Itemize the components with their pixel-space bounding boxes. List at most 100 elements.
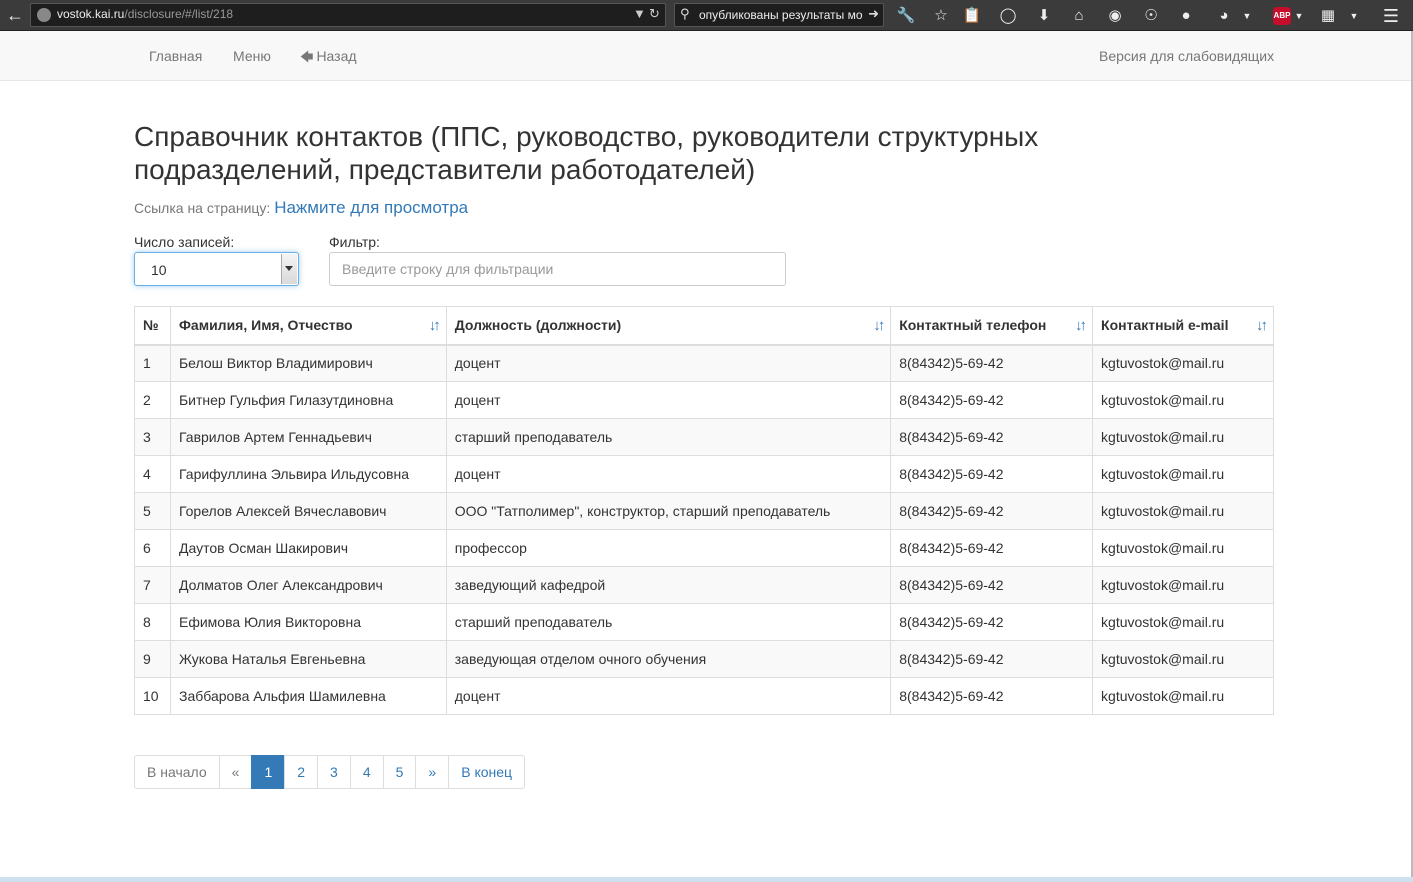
dropdown-history-icon[interactable]: ▼ bbox=[633, 6, 646, 21]
cell-num: 4 bbox=[134, 455, 171, 493]
address-bar[interactable]: vostok.kai.ru/disclosure/#/list/218 ▼ ↻ bbox=[30, 3, 666, 27]
globe-addon-icon[interactable]: ☉ bbox=[1140, 5, 1162, 27]
cell-phone: 8(84342)5-69-42 bbox=[890, 640, 1094, 678]
chat-icon[interactable]: ◉ bbox=[1104, 5, 1126, 27]
sort-icon[interactable]: ↓↑ bbox=[873, 317, 885, 334]
cell-email: kgtuvostok@mail.ru bbox=[1092, 529, 1274, 567]
column-header-name[interactable]: Фамилия, Имя, Отчество ↓↑ bbox=[169, 306, 447, 346]
search-go-icon[interactable]: ➜ bbox=[868, 6, 879, 22]
search-icon: ⚲ bbox=[680, 6, 690, 21]
column-header-position[interactable]: Должность (должности) ↓↑ bbox=[445, 306, 892, 346]
table-row: 9 Жукова Наталья Евгеньевна заведующая отд… bbox=[134, 640, 1274, 678]
cell-phone: 8(84342)5-69-42 bbox=[890, 566, 1094, 604]
addon-dark-icon[interactable]: ● bbox=[1175, 5, 1197, 27]
browser-toolbar: ← vostok.kai.ru/disclosure/#/list/218 ▼ … bbox=[0, 0, 1413, 31]
site-navbar: Главная Меню 🡄 Назад Версия для слабовидя… bbox=[0, 31, 1413, 81]
extension-dropdown-icon[interactable]: ▼ bbox=[1347, 5, 1361, 27]
pagination: В начало « 1 2 3 4 5 » В конец bbox=[134, 755, 526, 789]
address-path: /disclosure/#/list/218 bbox=[124, 7, 234, 21]
cell-name: Гаврилов Артем Геннадьевич bbox=[169, 418, 447, 456]
cell-email: kgtuvostok@mail.ru bbox=[1092, 677, 1274, 715]
search-query: опубликованы результаты мо bbox=[699, 8, 863, 22]
cell-name: Гарифуллина Эльвира Ильдусовна bbox=[169, 455, 447, 493]
cell-phone: 8(84342)5-69-42 bbox=[890, 677, 1094, 715]
address-url: vostok.kai.ru/disclosure/#/list/218 bbox=[57, 7, 233, 21]
sort-icon[interactable]: ↓↑ bbox=[1256, 317, 1268, 334]
table-header-row: № Фамилия, Имя, Отчество ↓↑ Должность (до… bbox=[134, 306, 1274, 346]
column-header-num: № bbox=[134, 306, 171, 346]
table-row: 7 Долматов Олег Александрович заведующий к… bbox=[134, 566, 1274, 604]
cell-position: доцент bbox=[445, 344, 892, 382]
sort-icon[interactable]: ↓↑ bbox=[1075, 317, 1087, 334]
cell-name: Ефимова Юлия Викторовна bbox=[169, 603, 447, 641]
table-row: 3 Гаврилов Артем Геннадьевич старший препо… bbox=[134, 418, 1274, 456]
wrench-icon[interactable]: 🔧 bbox=[895, 5, 917, 27]
cell-name: Заббарова Альфия Шамилевна bbox=[169, 677, 447, 715]
column-header-email[interactable]: Контактный e-mail ↓↑ bbox=[1092, 306, 1274, 346]
cell-phone: 8(84342)5-69-42 bbox=[890, 492, 1094, 530]
records-count-value: 10 bbox=[151, 262, 167, 278]
page-view-link[interactable]: Нажмите для просмотра bbox=[274, 198, 468, 217]
cell-email: kgtuvostok@mail.ru bbox=[1092, 455, 1274, 493]
nav-back-link[interactable]: 🡄 Назад bbox=[300, 48, 357, 70]
page-title: Справочник контактов (ППС, руководство, … bbox=[134, 121, 1039, 185]
cell-phone: 8(84342)5-69-42 bbox=[890, 381, 1094, 419]
records-count-select[interactable]: 10 bbox=[134, 252, 299, 286]
pagination-page[interactable]: 4 bbox=[349, 755, 384, 789]
download-icon[interactable]: ⬇ bbox=[1033, 5, 1055, 27]
cell-position: старший преподаватель bbox=[445, 603, 892, 641]
select-dropdown-button[interactable] bbox=[281, 254, 297, 284]
cell-email: kgtuvostok@mail.ru bbox=[1092, 492, 1274, 530]
cell-email: kgtuvostok@mail.ru bbox=[1092, 640, 1274, 678]
pagination-page[interactable]: 3 bbox=[317, 755, 351, 789]
search-bar[interactable]: ⚲ опубликованы результаты мо ➜ bbox=[674, 3, 884, 27]
accessibility-version-link[interactable]: Версия для слабовидящих bbox=[1099, 48, 1274, 64]
table-row: 8 Ефимова Юлия Викторовна старший преподав… bbox=[134, 603, 1274, 641]
cell-position: доцент bbox=[445, 381, 892, 419]
pagination-prev[interactable]: « bbox=[218, 755, 253, 789]
cell-num: 1 bbox=[134, 344, 171, 382]
nav-menu-link[interactable]: Меню bbox=[233, 48, 271, 64]
bookmark-star-icon[interactable]: ☆ bbox=[930, 5, 952, 27]
adblock-icon[interactable]: ABP bbox=[1273, 7, 1291, 25]
pagination-page[interactable]: 2 bbox=[284, 755, 319, 789]
cell-email: kgtuvostok@mail.ru bbox=[1092, 418, 1274, 456]
reload-icon[interactable]: ↻ bbox=[649, 6, 660, 22]
pagination-last[interactable]: В конец bbox=[448, 755, 526, 789]
adblock-dropdown-icon[interactable]: ▼ bbox=[1292, 5, 1306, 27]
pocket-icon[interactable]: ◯ bbox=[997, 5, 1019, 27]
cell-name: Даутов Осман Шакирович bbox=[169, 529, 447, 567]
cell-name: Долматов Олег Александрович bbox=[169, 566, 447, 604]
pagination-page[interactable]: 1 bbox=[251, 755, 286, 789]
cell-email: kgtuvostok@mail.ru bbox=[1092, 344, 1274, 382]
filter-input[interactable] bbox=[329, 252, 786, 286]
table-row: 4 Гарифуллина Эльвира Ильдусовна доцент 8(8… bbox=[134, 455, 1274, 493]
footer-strip bbox=[0, 877, 1413, 882]
column-header-phone[interactable]: Контактный телефон ↓↑ bbox=[890, 306, 1094, 346]
nav-home-link[interactable]: Главная bbox=[149, 48, 202, 64]
cell-name: Жукова Наталья Евгеньевна bbox=[169, 640, 447, 678]
cell-email: kgtuvostok@mail.ru bbox=[1092, 566, 1274, 604]
extension-icon[interactable]: ▦ bbox=[1317, 5, 1339, 27]
browser-back-icon[interactable]: ← bbox=[4, 4, 26, 26]
addon-dropdown-icon[interactable]: ▼ bbox=[1240, 5, 1254, 27]
cell-phone: 8(84342)5-69-42 bbox=[890, 455, 1094, 493]
cell-position: старший преподаватель bbox=[445, 418, 892, 456]
eye-addon-icon[interactable]: ◕ bbox=[1213, 5, 1235, 27]
contacts-table: № Фамилия, Имя, Отчество ↓↑ Должность (до… bbox=[134, 306, 1274, 715]
pagination-first[interactable]: В начало bbox=[134, 755, 220, 789]
cell-position: заведующая отделом очного обучения bbox=[445, 640, 892, 678]
pagination-page[interactable]: 5 bbox=[382, 755, 417, 789]
table-row: 10 Заббарова Альфия Шамилевна доцент 8(8434… bbox=[134, 677, 1274, 715]
cell-num: 8 bbox=[134, 603, 171, 641]
cell-position: доцент bbox=[445, 455, 892, 493]
sort-icon[interactable]: ↓↑ bbox=[429, 317, 441, 334]
cell-name: Горелов Алексей Вячеславович bbox=[169, 492, 447, 530]
hamburger-menu-icon[interactable]: ☰ bbox=[1380, 5, 1402, 27]
home-icon[interactable]: ⌂ bbox=[1068, 5, 1090, 27]
cell-phone: 8(84342)5-69-42 bbox=[890, 529, 1094, 567]
pagination-next[interactable]: » bbox=[415, 755, 450, 789]
arrow-left-icon: 🡄 bbox=[300, 49, 314, 64]
clipboard-icon[interactable]: 📋 bbox=[961, 5, 983, 27]
filter-label: Фильтр: bbox=[329, 234, 380, 250]
